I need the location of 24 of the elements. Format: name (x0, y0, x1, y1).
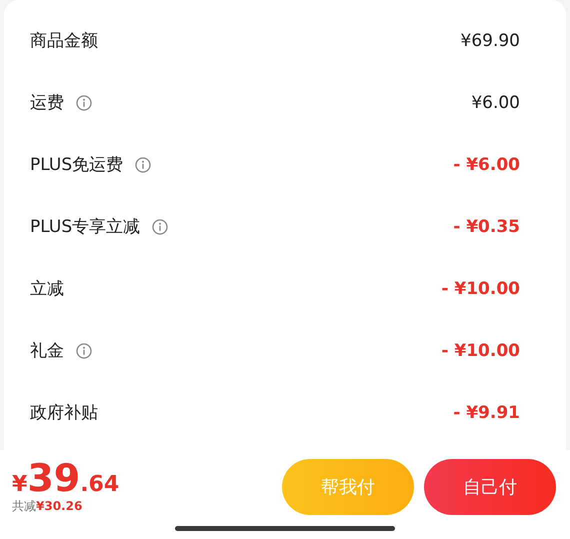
info-icon[interactable] (76, 342, 92, 358)
fee-label: 立减 (30, 278, 64, 300)
fee-label: 礼金 (30, 340, 64, 362)
fee-label: 政府补贴 (30, 402, 98, 424)
info-icon[interactable] (135, 156, 152, 172)
saved-label: 共减 (12, 498, 36, 515)
info-icon[interactable] (76, 94, 92, 110)
fee-amount: - ¥0.35 (453, 216, 520, 236)
fee-amount: - ¥6.00 (453, 154, 520, 174)
fee-amount: - ¥9.91 (453, 402, 520, 422)
fee-amount: ¥6.00 (471, 92, 520, 112)
pay-button[interactable]: 自己付 (424, 458, 556, 514)
fee-label: PLUS专享立减 (30, 216, 140, 238)
currency-symbol: ¥ (12, 472, 28, 497)
total-decimal: .64 (80, 472, 120, 497)
fee-amount: - ¥10.00 (441, 340, 520, 360)
fee-amount: ¥69.90 (460, 30, 520, 50)
fee-label: 商品金额 (30, 30, 98, 52)
saved-amount: ¥30.26 (36, 499, 82, 513)
fee-amount: - ¥10.00 (441, 278, 520, 298)
info-icon[interactable] (152, 218, 168, 234)
total-integer: 39 (27, 458, 80, 498)
fee-label: PLUS免运费 (30, 154, 124, 176)
fee-label: 运费 (30, 92, 64, 114)
